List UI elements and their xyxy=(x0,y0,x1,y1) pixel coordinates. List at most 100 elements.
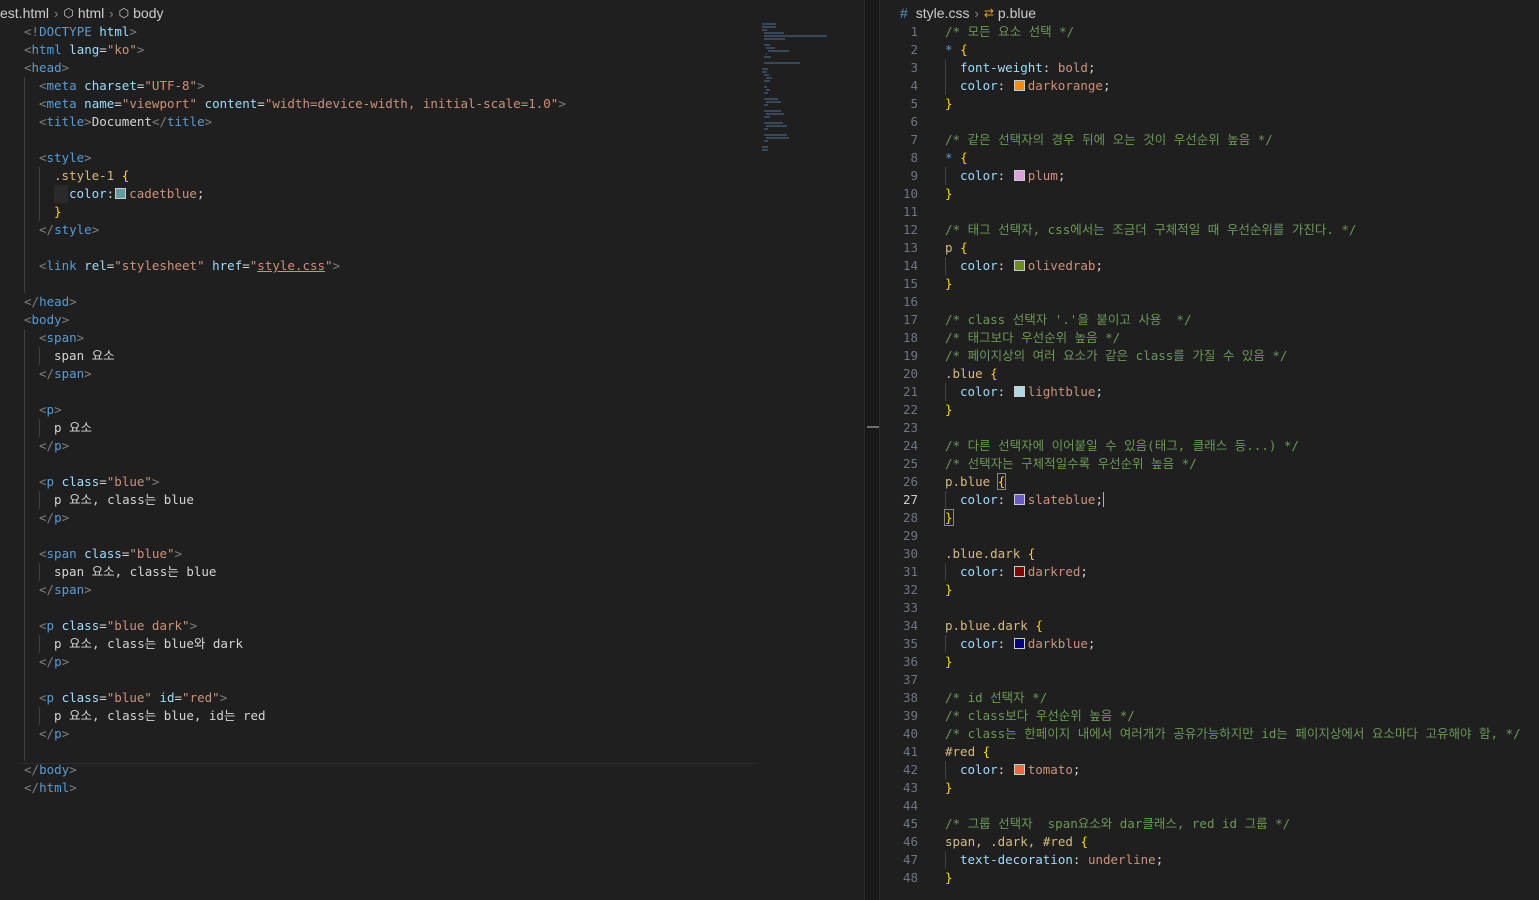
code-line[interactable] xyxy=(0,527,864,545)
code-line[interactable]: 37 xyxy=(880,671,1539,689)
code-line[interactable]: 6 xyxy=(880,113,1539,131)
code-line[interactable]: p 요소 xyxy=(0,419,864,437)
code-line[interactable]: span 요소, class는 blue xyxy=(0,563,864,581)
code-line[interactable]: </style> xyxy=(0,221,864,239)
code-line[interactable]: 45 /* 그룹 선택자 span요소와 dar클래스, red id 그룹 */ xyxy=(880,815,1539,833)
code-line[interactable]: 11 xyxy=(880,203,1539,221)
code-line[interactable] xyxy=(0,671,864,689)
code-line[interactable] xyxy=(0,275,864,293)
code-line[interactable]: </span> xyxy=(0,365,864,383)
code-line[interactable]: </p> xyxy=(0,509,864,527)
code-line[interactable]: </p> xyxy=(0,653,864,671)
code-editor-css[interactable]: 1/* 모든 요소 선택 */2 * {3 font-weight: bold; 4 c… xyxy=(880,23,1539,887)
code-line[interactable]: 9 color: plum; xyxy=(880,167,1539,185)
code-line[interactable]: 36} xyxy=(880,653,1539,671)
breadcrumb-file[interactable]: style.css xyxy=(916,5,970,21)
code-line[interactable]: <head> xyxy=(0,59,864,77)
code-line[interactable]: p 요소, class는 blue xyxy=(0,491,864,509)
code-line[interactable]: </html> xyxy=(0,779,864,797)
color-swatch[interactable] xyxy=(115,188,127,199)
code-line[interactable]: span 요소 xyxy=(0,347,864,365)
code-line[interactable]: 20 .blue { xyxy=(880,365,1539,383)
code-line[interactable]: 28} xyxy=(880,509,1539,527)
code-line[interactable] xyxy=(0,455,864,473)
code-line[interactable]: 41 #red { xyxy=(880,743,1539,761)
code-line[interactable]: color: cadetblue; xyxy=(0,185,864,203)
code-line[interactable] xyxy=(0,383,864,401)
code-line[interactable]: 4 color: darkorange; xyxy=(880,77,1539,95)
code-line[interactable]: 15} xyxy=(880,275,1539,293)
code-line[interactable]: <!DOCTYPE html> xyxy=(0,23,864,41)
color-swatch[interactable] xyxy=(1013,638,1025,649)
code-line[interactable]: 10} xyxy=(880,185,1539,203)
code-line[interactable]: 16 xyxy=(880,293,1539,311)
code-line[interactable]: 39 /* class보다 우선순위 높음 */ xyxy=(880,707,1539,725)
code-line[interactable]: 31 color: darkred; xyxy=(880,563,1539,581)
code-line[interactable]: 25 /* 선택자는 구체적일수록 우선순위 높음 */ xyxy=(880,455,1539,473)
color-swatch[interactable] xyxy=(1013,386,1025,397)
code-line[interactable]: 19 /* 페이지상의 여러 요소가 같은 class를 가질 수 있음 */ xyxy=(880,347,1539,365)
code-line[interactable] xyxy=(0,743,864,761)
code-line[interactable]: 1 /* 모든 요소 선택 */ xyxy=(880,23,1539,41)
code-line[interactable]: 18 /* 태그보다 우선순위 높음 */ xyxy=(880,329,1539,347)
minimap[interactable] xyxy=(762,23,842,151)
code-line[interactable]: 32} xyxy=(880,581,1539,599)
code-line[interactable]: 12 /* 태그 선택자, css에서는 조금더 구체적일 때 우선순위를 가진다… xyxy=(880,221,1539,239)
code-line[interactable]: 17 /* class 선택자 '.'을 붙이고 사용 */ xyxy=(880,311,1539,329)
css-editor-pane[interactable]: # style.css › ⇄ p.blue 1/* 모든 요소 선택 */2 *… xyxy=(880,0,1539,900)
code-line[interactable]: <body> xyxy=(0,311,864,329)
code-line[interactable]: <p class="blue"> xyxy=(0,473,864,491)
code-editor-html[interactable]: <!DOCTYPE html> <html lang="ko"> <head> <me… xyxy=(0,23,864,797)
code-line[interactable]: 14 color: olivedrab; xyxy=(880,257,1539,275)
code-line[interactable]: </p> xyxy=(0,725,864,743)
code-line[interactable] xyxy=(0,599,864,617)
code-line[interactable]: 33 xyxy=(880,599,1539,617)
code-line[interactable]: 2 * { xyxy=(880,41,1539,59)
code-line[interactable]: <p class="blue dark"> xyxy=(0,617,864,635)
code-line[interactable]: 30 .blue.dark { xyxy=(880,545,1539,563)
code-line[interactable]: <title>Document</title> xyxy=(0,113,864,131)
code-line[interactable]: 42 color: tomato; xyxy=(880,761,1539,779)
code-line[interactable]: <span> xyxy=(0,329,864,347)
code-line[interactable]: 24 /* 다른 선택자에 이어붙일 수 있음(태그, 클래스 등...) */ xyxy=(880,437,1539,455)
color-swatch[interactable] xyxy=(1013,80,1025,91)
code-line[interactable]: 26 p.blue { xyxy=(880,473,1539,491)
code-line[interactable]: 3 font-weight: bold; xyxy=(880,59,1539,77)
code-line[interactable]: 27 color: slateblue; xyxy=(880,491,1539,509)
code-line[interactable] xyxy=(0,131,864,149)
code-line[interactable]: </span> xyxy=(0,581,864,599)
html-editor-pane[interactable]: est.html › ⬡ html › ⬡ body <!DOCTYPE htm… xyxy=(0,0,864,900)
breadcrumb-file[interactable]: est.html xyxy=(0,5,49,21)
code-line[interactable]: <meta charset="UTF-8"> xyxy=(0,77,864,95)
code-line[interactable]: </p> xyxy=(0,437,864,455)
sash-grip[interactable] xyxy=(867,426,879,428)
code-line[interactable]: 38 /* id 선택자 */ xyxy=(880,689,1539,707)
code-line[interactable]: 13 p { xyxy=(880,239,1539,257)
code-line[interactable]: .style-1 { xyxy=(0,167,864,185)
code-line[interactable]: 21 color: lightblue; xyxy=(880,383,1539,401)
breadcrumb-html[interactable]: html xyxy=(78,5,104,21)
code-line[interactable]: </head> xyxy=(0,293,864,311)
code-line[interactable]: p 요소, class는 blue와 dark xyxy=(0,635,864,653)
code-line[interactable]: 44 xyxy=(880,797,1539,815)
color-swatch[interactable] xyxy=(1013,494,1025,505)
code-line[interactable]: 29 xyxy=(880,527,1539,545)
code-line[interactable]: 47 text-decoration: underline; xyxy=(880,851,1539,869)
color-swatch[interactable] xyxy=(1013,566,1025,577)
color-swatch[interactable] xyxy=(1013,170,1025,181)
code-line[interactable] xyxy=(0,239,864,257)
code-line[interactable]: 7 /* 같은 선택자의 경우 뒤에 오는 것이 우선순위 높음 */ xyxy=(880,131,1539,149)
code-line[interactable]: 8 * { xyxy=(880,149,1539,167)
code-line[interactable]: 23 xyxy=(880,419,1539,437)
code-line[interactable]: } xyxy=(0,203,864,221)
code-line[interactable]: <p> xyxy=(0,401,864,419)
split-sash[interactable] xyxy=(864,0,880,900)
breadcrumb-body[interactable]: body xyxy=(133,5,163,21)
color-swatch[interactable] xyxy=(1013,260,1025,271)
code-line[interactable]: 35 color: darkblue; xyxy=(880,635,1539,653)
code-line[interactable]: 34 p.blue.dark { xyxy=(880,617,1539,635)
breadcrumb-symbol[interactable]: p.blue xyxy=(998,5,1036,21)
code-line[interactable]: 48} xyxy=(880,869,1539,887)
code-line[interactable]: 46 span, .dark, #red { xyxy=(880,833,1539,851)
code-line[interactable]: 5} xyxy=(880,95,1539,113)
